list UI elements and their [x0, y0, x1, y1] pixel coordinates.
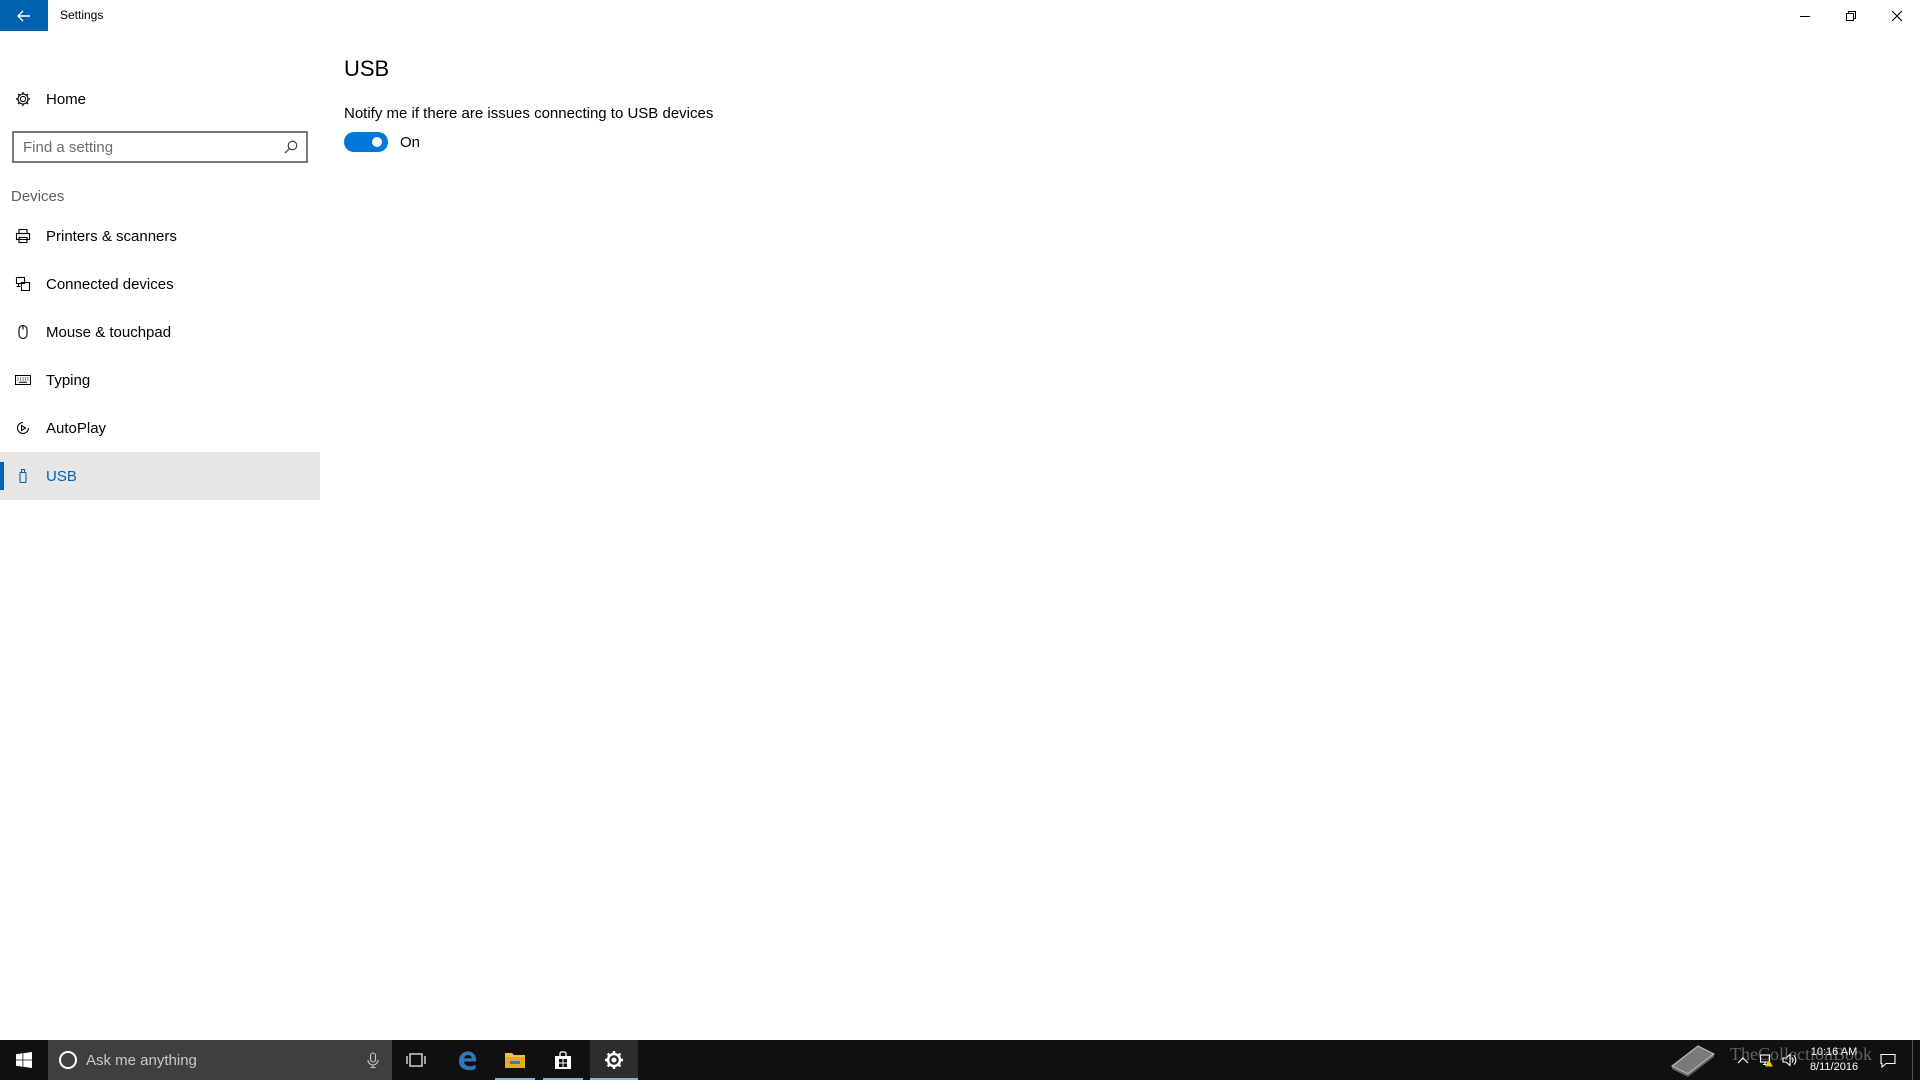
- back-arrow-icon: [17, 10, 30, 21]
- close-icon: [1892, 10, 1902, 21]
- taskbar: 10:16 AM 8/11/2016: [0, 1040, 1920, 1080]
- sidebar-nav: Printers & scanners Connected devices Mo…: [0, 212, 320, 500]
- taskbar-clock[interactable]: 10:16 AM 8/11/2016: [1800, 1045, 1868, 1075]
- edge-icon: [459, 1051, 476, 1071]
- toggle-state-label: On: [400, 133, 421, 151]
- clock-time: 10:16 AM: [1810, 1046, 1858, 1058]
- sidebar-item-usb[interactable]: USB: [0, 452, 320, 500]
- task-view-button[interactable]: [392, 1040, 440, 1080]
- start-button[interactable]: [0, 1040, 48, 1080]
- edge-browser-button[interactable]: [443, 1040, 491, 1080]
- printer-icon: [0, 228, 46, 244]
- usb-notify-setting-label: Notify me if there are issues connecting…: [344, 105, 714, 122]
- sidebar-item-label: Typing: [46, 371, 91, 389]
- folder-icon: [505, 1053, 525, 1068]
- sidebar-item-label: Mouse & touchpad: [46, 323, 172, 341]
- back-button[interactable]: [0, 0, 48, 31]
- microphone-icon[interactable]: [366, 1052, 380, 1068]
- home-label: Home: [46, 90, 87, 108]
- volume-tray-button[interactable]: [1779, 1040, 1801, 1080]
- page-title: USB: [344, 56, 390, 81]
- settings-app-button[interactable]: [590, 1040, 638, 1080]
- usb-notify-toggle[interactable]: [344, 132, 388, 152]
- task-view-icon: [406, 1053, 426, 1067]
- sidebar-item-label: USB: [46, 467, 77, 485]
- action-center-button[interactable]: [1874, 1040, 1902, 1080]
- network-tray-button[interactable]: [1756, 1040, 1778, 1080]
- settings-search-input[interactable]: [14, 133, 276, 161]
- keyboard-icon: [0, 372, 46, 388]
- store-bag-icon: [555, 1051, 571, 1069]
- minimize-button[interactable]: [1782, 0, 1828, 31]
- settings-search-box[interactable]: [12, 131, 308, 163]
- store-button[interactable]: [539, 1040, 587, 1080]
- cortana-search-box[interactable]: [48, 1040, 392, 1080]
- cortana-search-input[interactable]: [78, 1040, 366, 1080]
- settings-gear-icon: [605, 1051, 623, 1069]
- sidebar-item-mouse-touchpad[interactable]: Mouse & touchpad: [0, 308, 320, 356]
- sidebar-item-label: Connected devices: [46, 275, 174, 293]
- sidebar-item-autoplay[interactable]: AutoPlay: [0, 404, 320, 452]
- speaker-icon: [1782, 1053, 1797, 1067]
- mouse-icon: [0, 324, 46, 340]
- window-title: Settings: [60, 8, 104, 22]
- usb-notify-toggle-row: On: [344, 132, 420, 152]
- windows-logo-icon: [16, 1052, 32, 1068]
- sidebar-item-connected-devices[interactable]: Connected devices: [0, 260, 320, 308]
- minimize-icon: [1800, 15, 1810, 17]
- toggle-knob: [372, 137, 382, 147]
- network-icon: [1759, 1054, 1773, 1067]
- autoplay-icon: [0, 420, 46, 436]
- restore-icon: [1846, 10, 1856, 21]
- clock-date: 8/11/2016: [1809, 1061, 1859, 1073]
- sidebar-item-home[interactable]: Home: [0, 80, 320, 118]
- sidebar-item-label: AutoPlay: [46, 419, 107, 437]
- cortana-circle-icon: [59, 1051, 77, 1069]
- notification-icon: [1880, 1053, 1896, 1068]
- title-bar: Settings: [0, 0, 1920, 31]
- connected-devices-icon: [0, 276, 46, 292]
- show-hidden-icons-button[interactable]: [1732, 1040, 1754, 1080]
- sidebar-item-label: Printers & scanners: [46, 227, 177, 245]
- restore-button[interactable]: [1828, 0, 1874, 31]
- sidebar: Home Devices Printers & scanners: [0, 31, 320, 1039]
- show-desktop-button[interactable]: [1913, 1040, 1920, 1080]
- chevron-up-icon: [1737, 1057, 1749, 1064]
- section-label-devices: Devices: [11, 188, 65, 205]
- sidebar-item-typing[interactable]: Typing: [0, 356, 320, 404]
- search-icon[interactable]: [276, 133, 306, 161]
- close-button[interactable]: [1874, 0, 1920, 31]
- sidebar-item-printers-scanners[interactable]: Printers & scanners: [0, 212, 320, 260]
- gear-icon: [0, 91, 46, 107]
- usb-icon: [0, 468, 46, 484]
- file-explorer-button[interactable]: [491, 1040, 539, 1080]
